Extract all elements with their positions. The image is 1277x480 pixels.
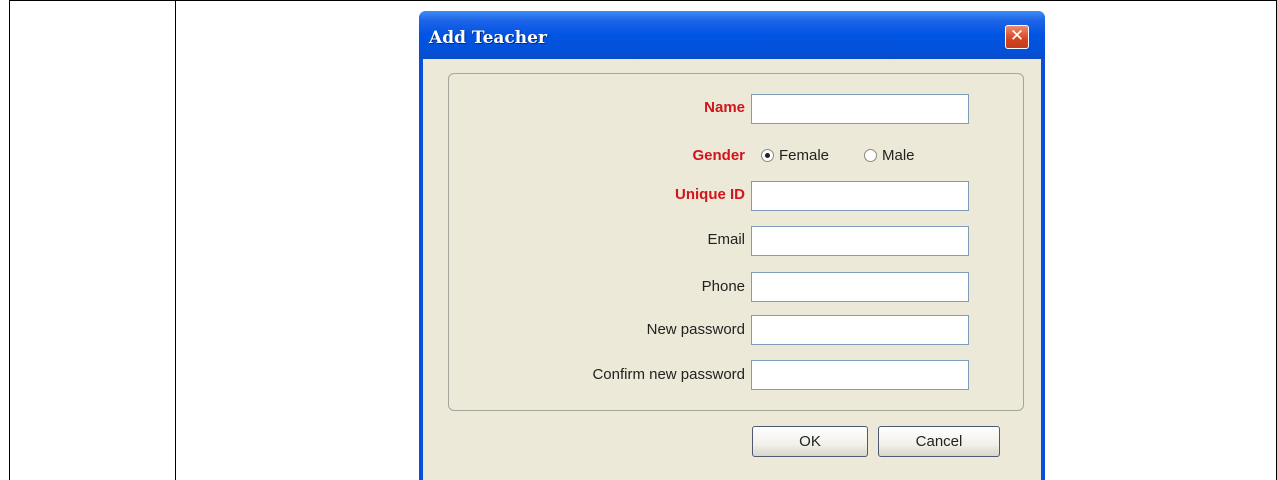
dialog-titlebar[interactable]: Add Teacher ✕ xyxy=(419,11,1045,59)
confirm-password-label: Confirm new password xyxy=(592,366,745,383)
unique-id-label: Unique ID xyxy=(675,186,745,203)
ok-button[interactable]: OK xyxy=(752,426,868,457)
close-button[interactable]: ✕ xyxy=(1005,25,1029,49)
gender-label: Gender xyxy=(692,147,745,164)
add-teacher-dialog: Add Teacher ✕ Name Gender Female Male Un… xyxy=(419,11,1045,480)
table-column-divider xyxy=(175,0,176,480)
teacher-form-group: Name Gender Female Male Unique ID Email … xyxy=(448,73,1024,411)
gender-female-radio[interactable] xyxy=(761,149,774,162)
email-input[interactable] xyxy=(751,226,969,256)
close-icon: ✕ xyxy=(1009,26,1025,46)
gender-male-label[interactable]: Male xyxy=(882,147,915,164)
table-border-left xyxy=(9,0,10,480)
gender-female-label[interactable]: Female xyxy=(779,147,829,164)
confirm-password-input[interactable] xyxy=(751,360,969,390)
dialog-body: Name Gender Female Male Unique ID Email … xyxy=(423,59,1041,480)
unique-id-input[interactable] xyxy=(751,181,969,211)
new-password-input[interactable] xyxy=(751,315,969,345)
phone-input[interactable] xyxy=(751,272,969,302)
radio-selected-dot xyxy=(765,153,770,158)
phone-label: Phone xyxy=(701,278,745,295)
cancel-button[interactable]: Cancel xyxy=(878,426,1000,457)
dialog-title: Add Teacher xyxy=(429,28,547,48)
new-password-label: New password xyxy=(646,321,745,338)
name-label: Name xyxy=(704,99,745,116)
name-input[interactable] xyxy=(751,94,969,124)
email-label: Email xyxy=(707,231,745,248)
gender-male-radio[interactable] xyxy=(864,149,877,162)
table-border-top xyxy=(9,0,1277,1)
